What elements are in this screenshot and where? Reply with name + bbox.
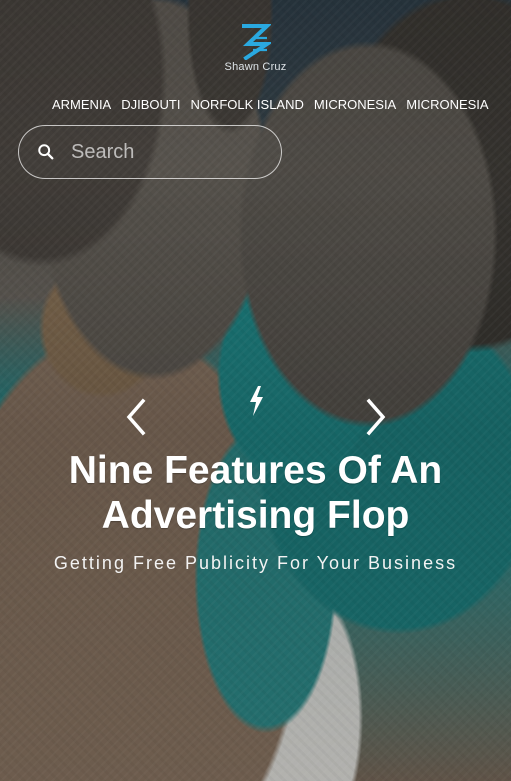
chevron-right-icon[interactable] <box>363 397 391 437</box>
nav-item-armenia[interactable]: ARMENIA <box>52 96 111 113</box>
brand[interactable]: Shawn Cruz <box>0 24 511 73</box>
top-navigation: ARMENIA DJIBOUTI NORFOLK ISLAND MICRONES… <box>52 96 511 113</box>
chevron-left-icon[interactable] <box>121 397 149 437</box>
nav-item-micronesia-2[interactable]: MICRONESIA <box>406 96 488 113</box>
search-box[interactable] <box>18 125 282 179</box>
nav-item-djibouti[interactable]: DJIBOUTI <box>121 96 180 113</box>
brand-name[interactable]: Shawn Cruz <box>0 61 511 73</box>
nav-item-norfolk-island[interactable]: NORFOLK ISLAND <box>190 96 303 113</box>
nav-item-micronesia-1[interactable]: MICRONESIA <box>314 96 396 113</box>
hero-banner: Shawn Cruz ARMENIA DJIBOUTI NORFOLK ISLA… <box>0 0 511 781</box>
logo-icon[interactable] <box>240 24 271 60</box>
lightning-icon <box>250 386 263 416</box>
hero-subtitle: Getting Free Publicity For Your Business <box>53 553 458 573</box>
search-icon[interactable] <box>37 142 55 162</box>
search-input[interactable] <box>69 139 263 165</box>
hero-title: Nine Features Of An Advertising Flop <box>68 449 443 537</box>
